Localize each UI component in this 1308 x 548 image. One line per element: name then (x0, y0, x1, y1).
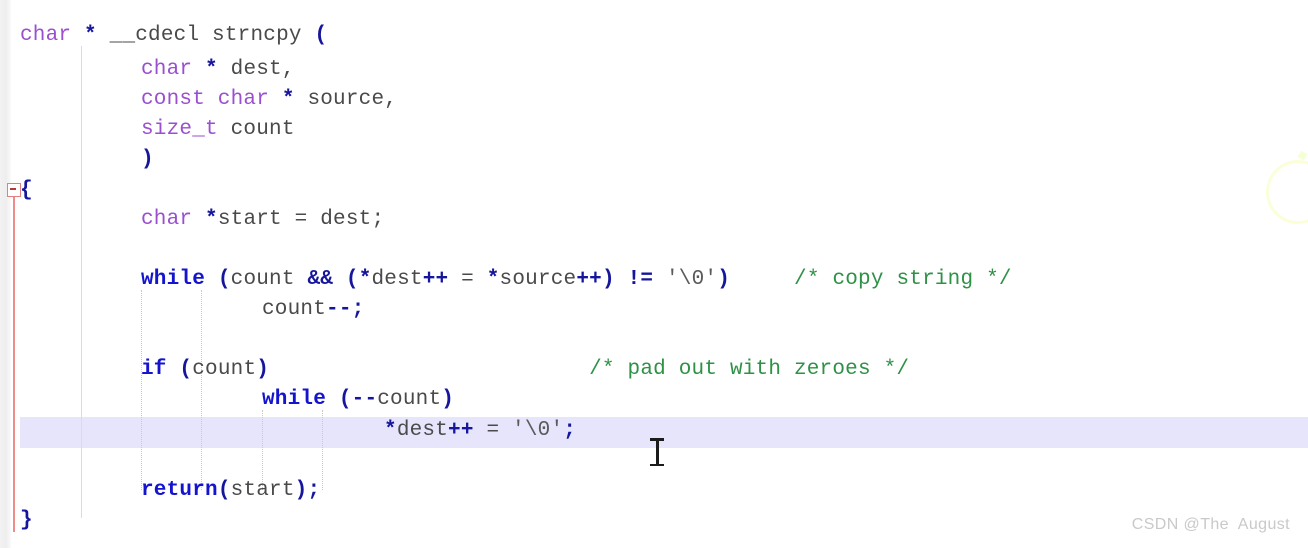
code-token: * (205, 58, 218, 81)
code-token: while (141, 268, 206, 291)
code-token: } (20, 509, 33, 532)
code-token: * (84, 24, 97, 47)
code-token: != (627, 268, 654, 291)
code-line-4[interactable]: size_t count (20, 115, 295, 145)
code-token: count (377, 388, 442, 411)
code-line-10[interactable]: if (count) /* pad out with zeroes */ (20, 355, 909, 385)
code-token: { (20, 179, 33, 202)
code-token: return (141, 479, 218, 502)
code-token: -- (326, 298, 352, 321)
code-token: ) (141, 148, 154, 171)
code-line-3[interactable]: const char * source, (20, 85, 397, 115)
code-token: count (230, 268, 308, 291)
code-token: ; (351, 298, 365, 321)
code-token: ); (294, 479, 321, 502)
code-token: source, (294, 88, 398, 111)
code-token: ( (217, 268, 231, 291)
code-token: ++) (576, 268, 615, 291)
code-token: while (262, 388, 327, 411)
code-token: ( (314, 24, 328, 47)
code-token: dest, (217, 58, 295, 81)
code-token: * (358, 268, 372, 291)
code-token: = (473, 419, 513, 442)
code-token: if (141, 358, 167, 381)
code-editor-viewport[interactable]: char * __cdecl strncpy (char * dest, cons… (0, 0, 1308, 548)
code-token: source (499, 268, 577, 291)
code-token: ++ (448, 419, 474, 442)
code-token: ( (338, 388, 352, 411)
code-token: dest (371, 268, 423, 291)
code-token: __cdecl strncpy (96, 24, 315, 47)
code-line-12[interactable]: *dest++ = '\0'; (20, 416, 576, 446)
code-token: * (281, 88, 295, 111)
code-line-9[interactable]: count--; (20, 295, 364, 325)
code-token: dest (396, 419, 449, 442)
code-line-13[interactable]: return(start); (20, 476, 320, 506)
code-token: const char (141, 88, 270, 111)
code-token: ) (441, 388, 455, 411)
code-token: * (205, 208, 218, 231)
code-line-5[interactable]: ) (20, 145, 154, 175)
code-token: count (192, 358, 257, 381)
code-token: /* copy string */ (794, 268, 1012, 291)
code-line-1[interactable]: char * __cdecl strncpy ( (20, 21, 327, 51)
text-ibeam-cursor (650, 438, 664, 466)
code-token: ( (345, 268, 359, 291)
code-token: '\0' (666, 268, 718, 291)
code-token: start (230, 479, 295, 502)
code-token: ( (217, 479, 231, 502)
code-token: start = dest; (217, 208, 385, 231)
code-token: char (20, 24, 72, 47)
code-line-7[interactable]: char *start = dest; (20, 205, 384, 235)
code-token: * (384, 419, 397, 442)
code-token: ( (179, 358, 193, 381)
code-token: -- (351, 388, 378, 411)
code-token: /* pad out with zeroes */ (589, 358, 910, 381)
code-line-2[interactable]: char * dest, (20, 55, 295, 85)
code-token: char (141, 208, 193, 231)
code-token: '\0' (512, 419, 564, 442)
code-line-6[interactable]: { (20, 176, 33, 206)
code-token: ++ (422, 268, 449, 291)
csdn-watermark: CSDN @The August (1131, 516, 1290, 533)
code-token: ) (256, 358, 270, 381)
code-token: count (217, 118, 295, 141)
code-token: ; (563, 419, 577, 442)
code-line-11[interactable]: while (--count) (20, 385, 454, 415)
code-line-8[interactable]: while (count && (*dest++ = *source++) !=… (20, 265, 1012, 295)
code-token: char (141, 58, 193, 81)
code-token: ) (717, 268, 731, 291)
code-token: count (262, 298, 327, 321)
code-token: size_t (141, 118, 218, 141)
code-token: = (448, 268, 487, 291)
code-token: && (307, 268, 334, 291)
code-token: * (486, 268, 500, 291)
code-line-14[interactable]: } (20, 506, 33, 536)
